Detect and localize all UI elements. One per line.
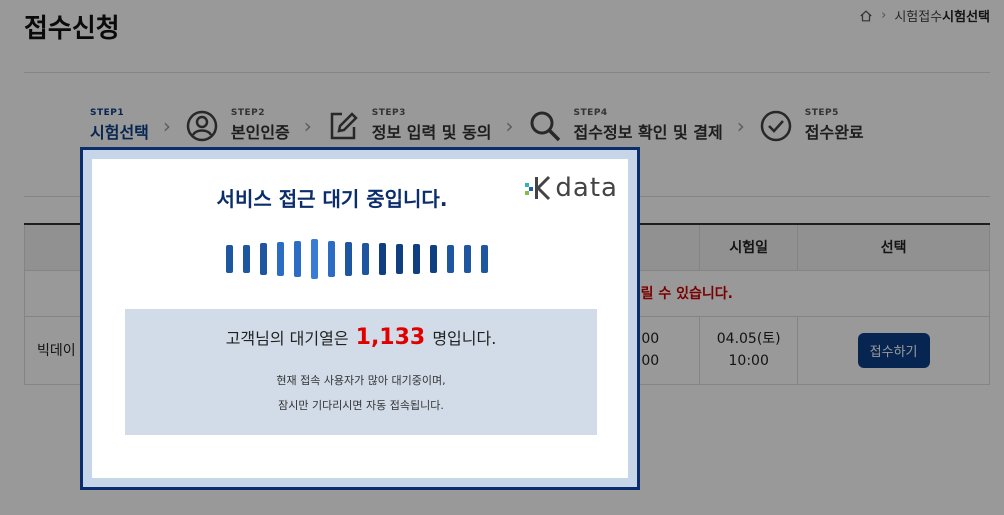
queue-prefix: 고객님의 대기열은 bbox=[225, 329, 349, 348]
queue-count: 1,133 bbox=[355, 325, 426, 350]
desc-line-1: 현재 접속 사용자가 많아 대기중이며, bbox=[276, 374, 446, 387]
loading-bars bbox=[226, 239, 488, 279]
modal-title: 서비스 접근 대기 중입니다. bbox=[216, 187, 448, 211]
waiting-modal: 서비스 접근 대기 중입니다. data 고객님의 대기열은 1,133 명입니… bbox=[80, 147, 640, 490]
queue-status: 고객님의 대기열은 1,133 명입니다. bbox=[125, 325, 597, 350]
logo-text: data bbox=[555, 173, 618, 203]
desc-line-2: 잠시만 기다리시면 자동 접속됩니다. bbox=[278, 399, 444, 412]
modal-body: 서비스 접근 대기 중입니다. data 고객님의 대기열은 1,133 명입니… bbox=[92, 159, 628, 478]
kdata-logo: data bbox=[525, 173, 618, 203]
queue-description: 현재 접속 사용자가 많아 대기중이며, 잠시만 기다리시면 자동 접속됩니다. bbox=[125, 368, 597, 418]
kdata-logo-mark bbox=[525, 175, 551, 201]
queue-suffix: 명입니다. bbox=[432, 329, 497, 348]
queue-info-box: 고객님의 대기열은 1,133 명입니다. 현재 접속 사용자가 많아 대기중이… bbox=[125, 309, 597, 435]
